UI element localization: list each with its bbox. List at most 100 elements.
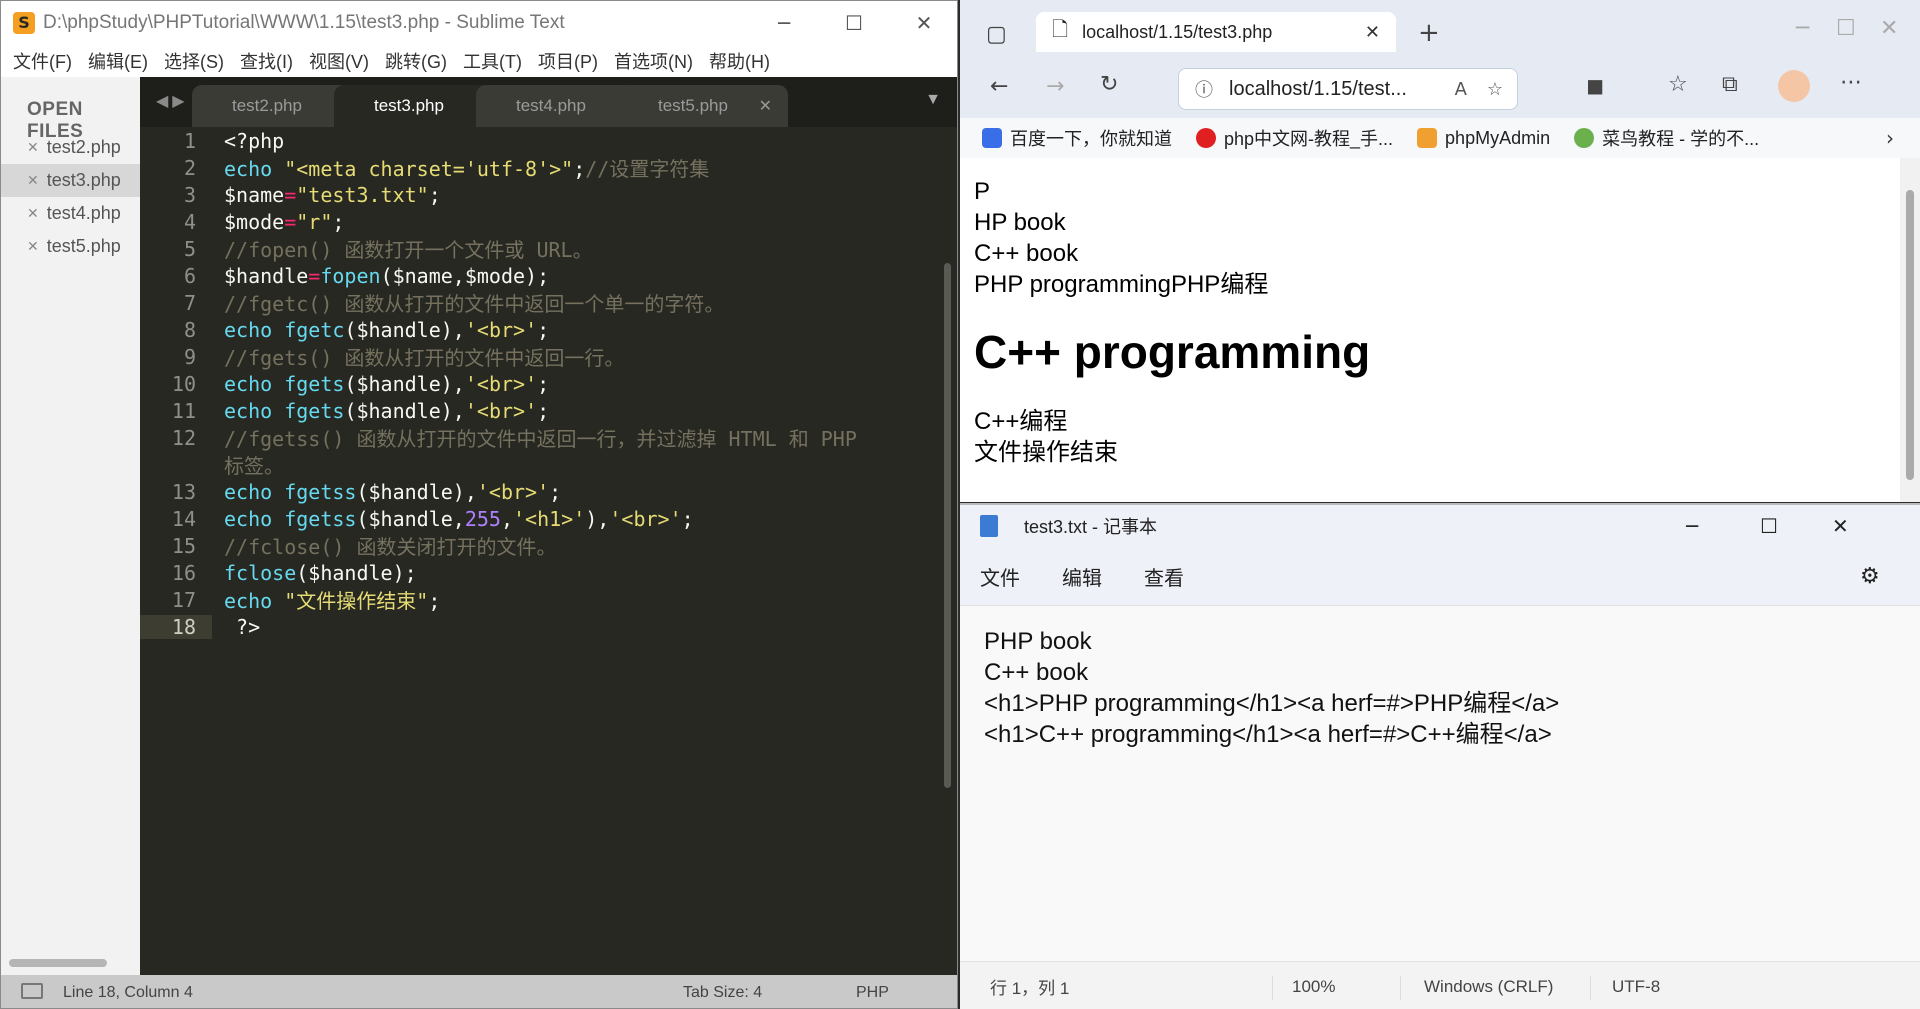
- maximize-button[interactable]: ☐: [819, 1, 889, 45]
- sidebar: OPEN FILES ✕ test2.php ✕ test3.php ✕ test4.…: [1, 77, 140, 975]
- close-icon[interactable]: ✕: [27, 139, 39, 156]
- menu-view[interactable]: 视图(V): [309, 48, 369, 74]
- line-number: 5: [183, 236, 196, 261]
- address-bar[interactable]: ⓘ localhost/1.15/test... A ☆: [1178, 68, 1518, 110]
- window-title: test3.txt - 记事本: [1024, 517, 1158, 537]
- bookmark-phpcn[interactable]: php中文网-教程_手...: [1196, 125, 1393, 151]
- text-area[interactable]: PHP book C++ book <h1>PHP programming</h1>…: [960, 605, 1920, 961]
- menu-file[interactable]: 文件: [980, 562, 1020, 591]
- code-line: 17 echo "文件操作结束";: [140, 586, 957, 614]
- code-text: 标签。: [224, 454, 284, 478]
- close-icon[interactable]: ✕: [27, 172, 39, 189]
- page-line: 文件操作结束: [974, 439, 1118, 466]
- line-number: 3: [183, 182, 196, 207]
- code-line: 4 $mode="r";: [140, 208, 957, 235]
- page-scrollbar-thumb[interactable]: [1906, 190, 1914, 480]
- status-bar: Line 18, Column 4 Tab Size: 4 PHP: [1, 975, 957, 1008]
- tab-actions-icon[interactable]: ▢: [986, 22, 1007, 47]
- syntax-mode[interactable]: PHP: [856, 984, 889, 1002]
- editor-scrollbar[interactable]: [944, 263, 951, 788]
- sidebar-item-test3[interactable]: ✕ test3.php: [1, 164, 140, 197]
- menu-help[interactable]: 帮助(H): [709, 48, 770, 74]
- menu-edit[interactable]: 编辑(E): [88, 48, 148, 74]
- code-line: 16 fclose($handle);: [140, 559, 957, 586]
- close-icon[interactable]: ✕: [27, 205, 39, 222]
- refresh-icon[interactable]: ↻: [1100, 72, 1118, 97]
- line-number: 18: [140, 614, 212, 639]
- avatar[interactable]: [1778, 70, 1810, 102]
- chevron-right-icon[interactable]: ›: [1886, 126, 1894, 150]
- sidebar-item-test5[interactable]: ✕ test5.php: [1, 230, 140, 263]
- close-button[interactable]: ✕: [889, 1, 957, 45]
- menu-preferences[interactable]: 首选项(N): [614, 48, 693, 74]
- sidebar-item-test4[interactable]: ✕ test4.php: [1, 197, 140, 230]
- console-icon[interactable]: [21, 983, 43, 999]
- close-icon[interactable]: ✕: [759, 96, 772, 116]
- menu-bar: 文件 编辑 查看 ⚙: [960, 547, 1920, 605]
- code-line: 14 echo fgetss($handle,255,'<h1>'),'<br>'…: [140, 505, 957, 532]
- menu-tools[interactable]: 工具(T): [463, 48, 522, 74]
- line-number: 14: [171, 506, 196, 531]
- bookmark-phpmyadmin[interactable]: phpMyAdmin: [1417, 128, 1550, 149]
- tab-menu-icon[interactable]: ▼: [925, 91, 941, 109]
- code-text: $mode="r";: [224, 209, 345, 234]
- menu-edit[interactable]: 编辑: [1062, 562, 1102, 591]
- menu-find[interactable]: 查找(I): [240, 48, 293, 74]
- close-icon[interactable]: ✕: [27, 238, 39, 255]
- back-icon[interactable]: ←: [990, 74, 1008, 99]
- menu-view[interactable]: 查看: [1144, 562, 1184, 591]
- code-editor[interactable]: 1 <?php 2 echo "<meta charset='utf-8'>";//…: [140, 127, 957, 975]
- minimize-button[interactable]: ─: [1686, 514, 1698, 538]
- new-tab-icon[interactable]: +: [1418, 18, 1440, 48]
- info-icon[interactable]: ⓘ: [1195, 76, 1213, 102]
- menu-file[interactable]: 文件(F): [13, 48, 72, 74]
- more-icon[interactable]: ⋯: [1840, 70, 1862, 95]
- bookmark-baidu[interactable]: 百度一下，你就知道: [982, 125, 1172, 151]
- minimize-button[interactable]: ─: [749, 1, 819, 45]
- code-text: echo fgets($handle),'<br>';: [224, 398, 550, 423]
- sidebar-scrollbar[interactable]: [9, 959, 107, 967]
- phpcn-icon: [1196, 128, 1216, 148]
- close-button[interactable]: ✕: [1880, 16, 1898, 41]
- gear-icon[interactable]: ⚙: [1860, 564, 1880, 589]
- browser-tab[interactable]: 🗋 localhost/1.15/test3.php ✕: [1036, 12, 1396, 52]
- extension-icon[interactable]: ◼: [1586, 74, 1604, 99]
- code-line: 10 echo fgets($handle),'<br>';: [140, 370, 957, 397]
- line-number: 16: [171, 560, 196, 585]
- code-line: 9 //fgets() 函数从打开的文件中返回一行。: [140, 343, 957, 371]
- title-bar: test3.txt - 记事本 ─ ☐ ✕: [960, 505, 1920, 547]
- page-heading: C++ programming: [974, 326, 1371, 378]
- bookmark-label: 百度一下，你就知道: [1010, 129, 1172, 149]
- line-number: 1: [183, 128, 196, 153]
- page-line: P: [974, 178, 991, 205]
- favorites-icon[interactable]: ☆: [1668, 72, 1688, 97]
- sidebar-item-label: test3.php: [46, 170, 121, 190]
- close-button[interactable]: ✕: [1832, 514, 1849, 538]
- zoom-level: 100%: [1292, 976, 1336, 996]
- browser-window: ▢ 🗋 localhost/1.15/test3.php ✕ + ─ ☐ ✕ ←…: [960, 0, 1920, 502]
- text-line: PHP book: [984, 628, 1092, 655]
- tab-test5[interactable]: test5.php ✕: [618, 85, 788, 127]
- tab-nav-arrows-icon[interactable]: ◀▶: [156, 91, 189, 110]
- bookmark-runoob[interactable]: 菜鸟教程 - 学的不...: [1574, 125, 1759, 151]
- code-line: 13 echo fgetss($handle),'<br>';: [140, 478, 957, 505]
- maximize-button[interactable]: ☐: [1836, 16, 1856, 41]
- maximize-button[interactable]: ☐: [1760, 514, 1778, 538]
- code-line: 7 //fgetc() 函数从打开的文件中返回一个单一的字符。: [140, 289, 957, 317]
- text-line: <h1>C++ programming</h1><a herf=#>C++编程<…: [984, 721, 1552, 748]
- page-icon: 🗋: [1052, 17, 1069, 41]
- code-text: //fgets() 函数从打开的文件中返回一行。: [224, 346, 625, 370]
- menu-project[interactable]: 项目(P): [538, 48, 598, 74]
- menu-goto[interactable]: 跳转(G): [385, 48, 447, 74]
- menu-selection[interactable]: 选择(S): [164, 48, 224, 74]
- line-number: 6: [183, 263, 196, 288]
- sidebar-item-label: test5.php: [46, 236, 121, 256]
- notepad-icon: [980, 515, 998, 537]
- tab-size[interactable]: Tab Size: 4: [683, 984, 762, 1002]
- minimize-button[interactable]: ─: [1796, 16, 1809, 41]
- close-icon[interactable]: ✕: [1365, 22, 1380, 43]
- forward-icon[interactable]: →: [1046, 74, 1064, 99]
- read-aloud-icon[interactable]: A: [1455, 79, 1467, 100]
- add-favorite-icon[interactable]: ☆: [1487, 79, 1503, 100]
- collections-icon[interactable]: ⧉: [1722, 72, 1738, 97]
